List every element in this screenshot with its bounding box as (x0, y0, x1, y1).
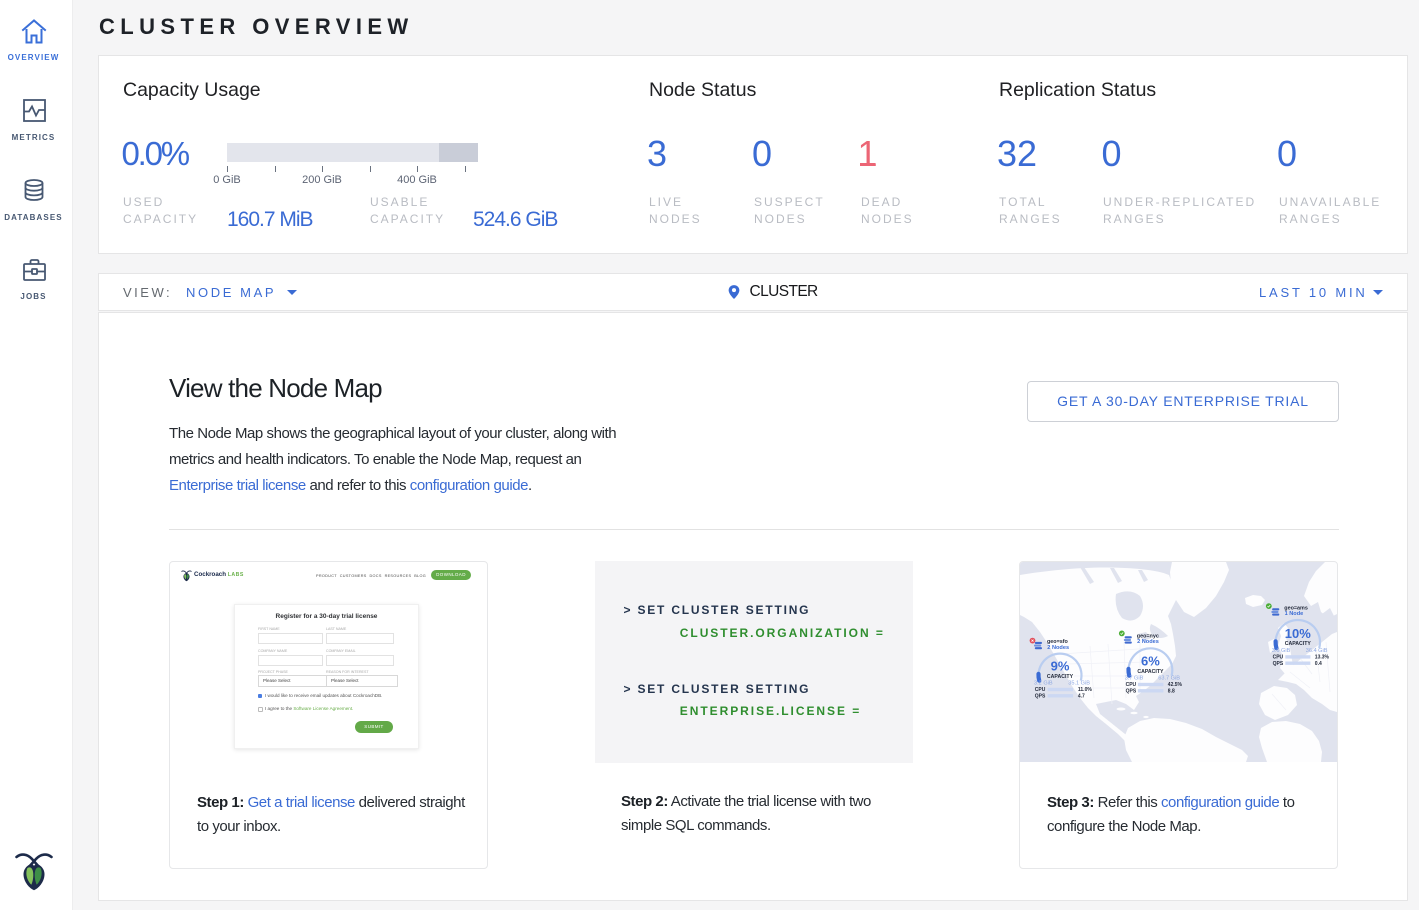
svg-text:9%: 9% (1051, 659, 1070, 674)
svg-text:42.5%: 42.5% (1168, 682, 1183, 688)
svg-text:11.0%: 11.0% (1078, 687, 1092, 693)
svg-text:3.6 GiB: 3.6 GiB (1272, 648, 1291, 654)
svg-text:10%: 10% (1285, 626, 1311, 641)
svg-text:6%: 6% (1141, 654, 1160, 669)
svg-text:CAPACITY: CAPACITY (1047, 674, 1074, 680)
svg-text:QPS: QPS (1126, 689, 1137, 695)
svg-text:36.4 GiB: 36.4 GiB (1306, 648, 1328, 654)
svg-text:2 Nodes: 2 Nodes (1047, 645, 1069, 651)
svg-text:4.7: 4.7 (1078, 694, 1085, 700)
svg-text:CAPACITY: CAPACITY (1285, 641, 1312, 647)
svg-text:13.3%: 13.3% (1315, 655, 1330, 661)
svg-text:3.7 GiB: 3.7 GiB (1125, 676, 1144, 682)
svg-text:QPS: QPS (1273, 661, 1284, 667)
svg-text:CPU: CPU (1273, 655, 1284, 661)
svg-text:8.8: 8.8 (1168, 689, 1175, 695)
svg-text:3.2 GiB: 3.2 GiB (1034, 681, 1053, 687)
svg-text:63.7 GiB: 63.7 GiB (1158, 676, 1180, 682)
svg-text:QPS: QPS (1035, 694, 1046, 700)
svg-text:2 Nodes: 2 Nodes (1137, 639, 1159, 645)
svg-text:1 Node: 1 Node (1285, 611, 1304, 617)
svg-text:CAPACITY: CAPACITY (1137, 669, 1164, 675)
svg-text:0.4: 0.4 (1315, 661, 1322, 667)
svg-text:CPU: CPU (1035, 687, 1046, 693)
svg-text:35.1 GiB: 35.1 GiB (1068, 681, 1090, 687)
svg-text:CPU: CPU (1126, 682, 1137, 688)
